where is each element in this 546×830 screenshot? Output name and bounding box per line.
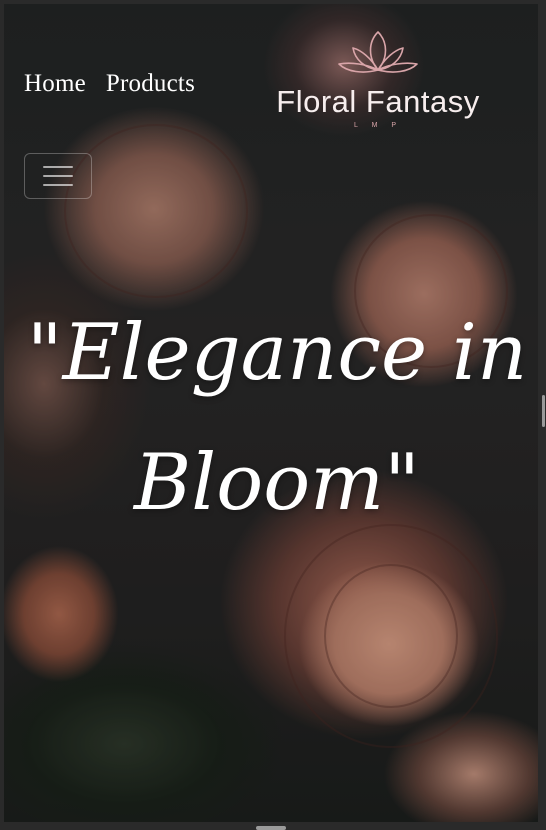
hero-section: Home Products Floral Fantasy L M P "Eleg… — [4, 4, 538, 822]
hamburger-icon-bar — [43, 184, 73, 186]
lotus-icon — [338, 31, 418, 73]
brand-logo[interactable]: Floral Fantasy L M P — [256, 28, 500, 148]
hamburger-icon-bar — [43, 175, 73, 177]
nav-link-products[interactable]: Products — [106, 70, 195, 98]
scrollbar-thumb[interactable] — [542, 395, 545, 427]
brand-name: Floral Fantasy — [276, 84, 480, 119]
brand-tagline: L M P — [353, 122, 403, 129]
nav-link-home[interactable]: Home — [24, 70, 86, 98]
menu-toggle-button[interactable] — [24, 153, 92, 199]
hamburger-icon — [43, 166, 73, 168]
main-nav: Home Products — [24, 70, 195, 98]
hero-title: "Elegance in Bloom" — [26, 308, 528, 528]
horizontal-scrollbar-thumb[interactable] — [256, 826, 286, 830]
